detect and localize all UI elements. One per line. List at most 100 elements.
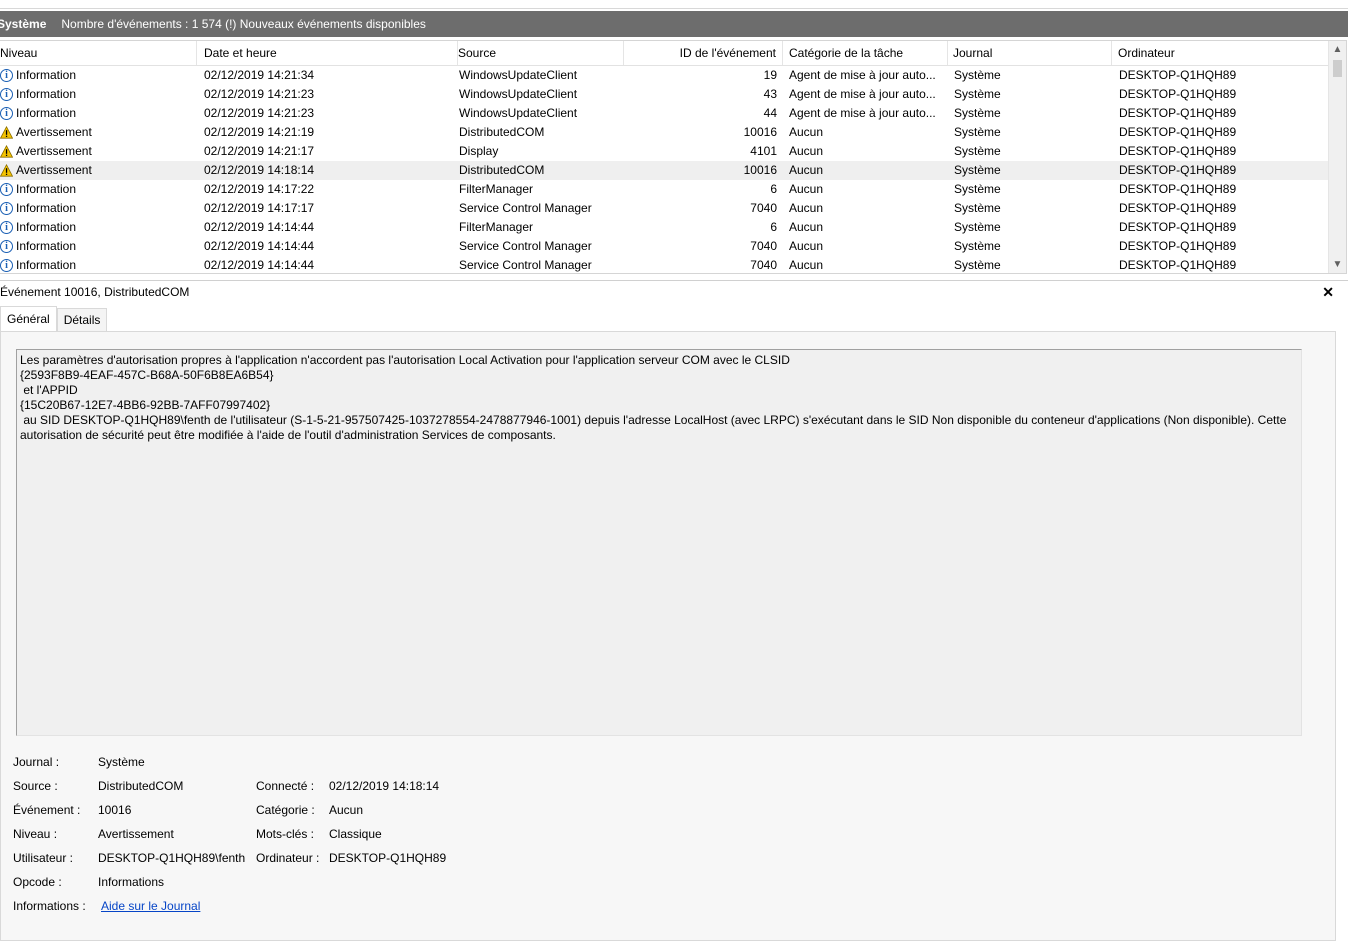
journal-cell: Système <box>954 125 1001 139</box>
event-description[interactable]: Les paramètres d'autorisation propres à … <box>16 349 1302 736</box>
journal-cell: Système <box>954 144 1001 158</box>
computer-cell: DESKTOP-Q1HQH89 <box>1119 258 1237 272</box>
computer-cell: DESKTOP-Q1HQH89 <box>1119 68 1237 82</box>
source-label: Source : <box>13 779 58 793</box>
table-row[interactable]: Avertissement 02/12/2019 14:18:14 Distribu… <box>0 161 1328 180</box>
warning-icon <box>0 126 13 139</box>
level-cell: i Information <box>0 85 196 104</box>
info-icon: i <box>0 202 13 215</box>
journal-cell: Système <box>954 239 1001 253</box>
event-id-cell: 7040 <box>750 258 777 272</box>
table-row[interactable]: i Information 02/12/2019 14:14:44 Service C… <box>0 256 1328 273</box>
source-cell: DistributedCOM <box>459 125 545 139</box>
event-id-cell: 7040 <box>750 239 777 253</box>
table-row[interactable]: Avertissement 02/12/2019 14:21:17 Display 4… <box>0 142 1328 161</box>
events-grid: Niveau Date et heure Source ID de l'évén… <box>0 40 1347 274</box>
tab-details[interactable]: Détails <box>56 308 108 331</box>
level-text: Avertissement <box>16 125 92 139</box>
date-cell: 02/12/2019 14:17:17 <box>204 201 315 215</box>
column-header-computer[interactable]: Ordinateur <box>1112 41 1328 65</box>
table-row[interactable]: i Information 02/12/2019 14:14:44 Service C… <box>0 237 1328 256</box>
event-count-summary: Nombre d'événements : 1 574 (!) Nouveaux… <box>61 17 426 31</box>
category-value: Aucun <box>329 803 364 817</box>
vertical-scrollbar[interactable]: ▲ ▼ <box>1328 41 1346 273</box>
detail-tabs: Général Détails <box>0 306 108 332</box>
date-cell: 02/12/2019 14:14:44 <box>204 258 315 272</box>
level-text: Information <box>16 258 77 272</box>
tab-general[interactable]: Général <box>0 306 57 332</box>
level-cell: Avertissement <box>0 123 196 142</box>
source-cell: WindowsUpdateClient <box>459 106 578 120</box>
source-cell: Display <box>459 144 499 158</box>
user-label: Utilisateur : <box>13 851 74 865</box>
column-header-category[interactable]: Catégorie de la tâche <box>783 41 948 65</box>
scroll-up-icon[interactable]: ▲ <box>1329 41 1346 58</box>
warning-icon <box>0 164 13 177</box>
close-icon[interactable]: ✕ <box>1322 281 1334 303</box>
event-id-cell: 10016 <box>743 125 777 139</box>
journal-cell: Système <box>954 258 1001 272</box>
help-link[interactable]: Aide sur le Journal <box>101 897 200 915</box>
date-cell: 02/12/2019 14:21:19 <box>204 125 315 139</box>
level-cell: i Information <box>0 199 196 218</box>
level-text: Information <box>16 220 77 234</box>
event-id-label: Événement : <box>13 803 81 817</box>
table-row[interactable]: i Information 02/12/2019 14:21:34 WindowsUp… <box>0 66 1328 85</box>
info-icon: i <box>0 69 13 82</box>
warning-icon <box>0 145 13 158</box>
level-text: Avertissement <box>16 163 92 177</box>
info-icon: i <box>0 183 13 196</box>
source-cell: DistributedCOM <box>459 163 545 177</box>
category-cell: Aucun <box>789 220 824 234</box>
category-cell: Aucun <box>789 258 824 272</box>
level-cell: i Information <box>0 180 196 199</box>
category-cell: Aucun <box>789 239 824 253</box>
level-text: Information <box>16 239 77 253</box>
level-cell: i Information <box>0 104 196 123</box>
date-cell: 02/12/2019 14:21:23 <box>204 87 315 101</box>
scroll-thumb[interactable] <box>1333 60 1342 77</box>
level-text: Information <box>16 68 77 82</box>
column-header-journal[interactable]: Journal <box>947 41 1112 65</box>
general-panel: Les paramètres d'autorisation propres à … <box>0 331 1336 941</box>
table-row[interactable]: Avertissement 02/12/2019 14:21:19 Distribu… <box>0 123 1328 142</box>
table-row[interactable]: i Information 02/12/2019 14:21:23 WindowsUp… <box>0 104 1328 123</box>
opcode-value: Informations <box>98 875 165 889</box>
source-cell: Service Control Manager <box>459 201 592 215</box>
event-id-cell: 43 <box>763 87 777 101</box>
table-row[interactable]: i Information 02/12/2019 14:14:44 FilterMan… <box>0 218 1328 237</box>
journal-value: Système <box>98 755 145 769</box>
level-label: Niveau : <box>13 827 58 841</box>
user-value: DESKTOP-Q1HQH89\fenth <box>98 851 246 865</box>
column-header-date[interactable]: Date et heure <box>198 41 458 65</box>
category-cell: Aucun <box>789 201 824 215</box>
table-row[interactable]: i Information 02/12/2019 14:21:23 WindowsUp… <box>0 85 1328 104</box>
log-header-bar: Système Nombre d'événements : 1 574 (!) … <box>0 11 1348 37</box>
info-icon: i <box>0 107 13 120</box>
level-cell: Avertissement <box>0 161 196 180</box>
source-cell: Service Control Manager <box>459 258 592 272</box>
journal-cell: Système <box>954 106 1001 120</box>
journal-cell: Système <box>954 68 1001 82</box>
computer-cell: DESKTOP-Q1HQH89 <box>1119 87 1237 101</box>
computer-cell: DESKTOP-Q1HQH89 <box>1119 220 1237 234</box>
level-cell: i Information <box>0 218 196 237</box>
column-header-event-id[interactable]: ID de l'événement <box>618 41 783 65</box>
source-value: DistributedCOM <box>98 779 184 793</box>
scroll-down-icon[interactable]: ▼ <box>1329 256 1346 273</box>
computer-value: DESKTOP-Q1HQH89 <box>329 851 447 865</box>
event-id-cell: 19 <box>763 68 777 82</box>
table-row[interactable]: i Information 02/12/2019 14:17:22 FilterMan… <box>0 180 1328 199</box>
top-strip <box>0 0 1348 9</box>
info-label: Informations : <box>13 899 86 913</box>
column-header-source[interactable]: Source <box>452 41 624 65</box>
date-cell: 02/12/2019 14:18:14 <box>204 163 315 177</box>
journal-label: Journal : <box>13 755 60 769</box>
table-row[interactable]: i Information 02/12/2019 14:17:17 Service C… <box>0 199 1328 218</box>
column-header-level[interactable]: Niveau <box>0 41 197 65</box>
level-value: Avertissement <box>98 827 174 841</box>
event-id-cell: 10016 <box>743 163 777 177</box>
level-text: Information <box>16 106 77 120</box>
computer-cell: DESKTOP-Q1HQH89 <box>1119 239 1237 253</box>
keywords-value: Classique <box>329 827 382 841</box>
